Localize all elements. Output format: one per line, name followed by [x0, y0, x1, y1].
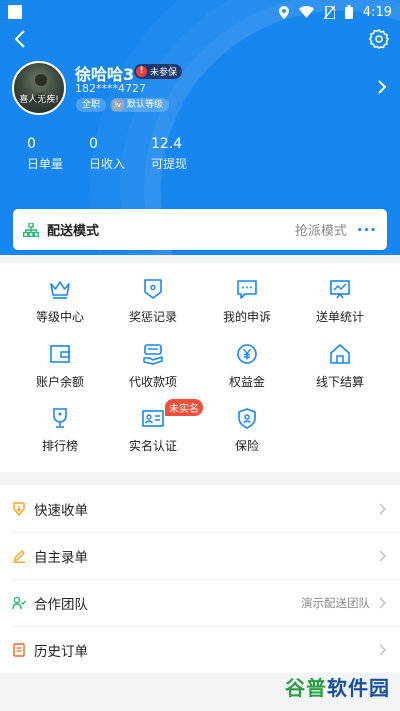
settings-button[interactable] [368, 28, 390, 50]
grid-item-offline-settlement[interactable]: 线下结算 [290, 343, 390, 390]
house-icon [330, 344, 350, 364]
level-tag-text: 默认等级 [127, 100, 164, 110]
pencil-icon [13, 549, 25, 563]
stat-value: 12.4 [151, 136, 183, 152]
feature-grid: 等级中心 奖惩记录 我的申诉 送单统计 账户余额 代收款项 权益金 线下结算 排… [0, 263, 400, 472]
location-icon [278, 5, 289, 19]
shield-badge-icon [144, 279, 162, 299]
wallet-icon [50, 345, 70, 363]
grid-item-insurance[interactable]: 保险 [197, 407, 297, 454]
phone-number: 182****4727 [75, 82, 146, 95]
stat-daily-income[interactable]: 0 日收入 [89, 136, 125, 172]
fulltime-tag: 全职 [76, 98, 107, 112]
grid-item-label: 代收款项 [128, 375, 177, 389]
site-watermark: 谷普软件园 [285, 672, 390, 701]
team-icon [12, 596, 26, 609]
grid-item-label: 奖惩记录 [128, 310, 177, 324]
grid-item-account-balance[interactable]: 账户余额 [10, 343, 110, 390]
trophy-icon [53, 408, 67, 428]
more-icon[interactable]: ··· [357, 221, 377, 239]
menu-list: 快速收单 自主录单 合作团队 演示配送团队 历史订单 [0, 485, 400, 673]
battery-icon [344, 5, 353, 19]
menu-item-quick-receive[interactable]: 快速收单 [0, 485, 400, 532]
stat-label: 日单量 [27, 157, 64, 171]
grid-item-leaderboard[interactable]: 排行榜 [10, 407, 110, 454]
grid-item-level-center[interactable]: 等级中心 [10, 278, 110, 325]
warning-icon: ! [136, 66, 147, 77]
grid-item-delivery-stats[interactable]: 送单统计 [290, 278, 390, 325]
delivery-mode-card[interactable]: 配送模式 抢派模式 ··· [13, 209, 387, 250]
grid-item-label: 我的申诉 [222, 310, 271, 324]
level-icon: lv [112, 99, 124, 111]
divider [12, 579, 400, 580]
divider [12, 532, 400, 533]
level-tag: lv 默认等级 [110, 98, 170, 112]
status-bar: 4:19 [0, 0, 400, 24]
chevron-right-icon [379, 644, 386, 655]
id-card-icon [142, 410, 164, 427]
stat-value: 0 [89, 136, 98, 152]
grid-item-my-appeals[interactable]: 我的申诉 [197, 278, 297, 325]
menu-item-label: 快速收单 [34, 502, 88, 519]
profile-detail-arrow[interactable] [376, 79, 388, 95]
message-icon [237, 280, 257, 299]
grid-item-label: 保险 [234, 439, 259, 453]
divider [12, 626, 400, 627]
chevron-right-icon [379, 550, 386, 561]
grid-item-label: 线下结算 [315, 375, 364, 389]
quick-receive-icon [13, 501, 25, 516]
watermark-part2: 软件园 [327, 676, 390, 700]
collection-icon [143, 344, 163, 365]
chevron-right-icon [379, 503, 386, 514]
stat-daily-orders[interactable]: 0 日单量 [27, 136, 63, 172]
grid-item-real-name-auth[interactable]: 实名认证 未实名 [103, 399, 203, 454]
menu-item-label: 合作团队 [34, 596, 88, 613]
partner-team-value: 演示配送团队 [301, 595, 370, 610]
watermark-part1: 谷普 [285, 676, 327, 700]
org-tree-icon [23, 222, 39, 237]
chevron-left-icon [14, 30, 25, 48]
grid-item-label: 排行榜 [41, 439, 78, 453]
menu-item-label: 自主录单 [34, 549, 88, 566]
grid-item-collections[interactable]: 代收款项 [103, 343, 203, 390]
menu-item-manual-entry[interactable]: 自主录单 [0, 532, 400, 579]
grid-item-label: 实名认证 [128, 439, 177, 453]
grid-item-label: 账户余额 [35, 375, 84, 389]
chevron-right-icon [379, 597, 386, 608]
history-order-icon [13, 642, 25, 657]
status-time: 4:19 [362, 4, 392, 20]
chevron-right-icon [378, 80, 387, 94]
delivery-mode-title: 配送模式 [47, 224, 100, 239]
insurance-shield-icon [238, 408, 256, 429]
stat-label: 日收入 [89, 157, 126, 171]
wifi-icon [298, 6, 314, 18]
grid-item-label: 送单统计 [315, 310, 364, 324]
sim-icon [323, 5, 335, 19]
insurance-status-badge[interactable]: ! 未参保 [134, 64, 183, 79]
grid-item-label: 权益金 [228, 375, 265, 389]
chart-icon [330, 280, 350, 299]
yen-coin-icon [237, 344, 257, 364]
stat-value: 0 [27, 136, 36, 152]
notification-icon [8, 5, 22, 19]
avatar[interactable]: 喜人无疾! [12, 61, 66, 115]
menu-item-label: 历史订单 [34, 643, 88, 660]
grid-item-reward-records[interactable]: 奖惩记录 [103, 278, 203, 325]
stat-label: 可提现 [151, 157, 188, 171]
menu-item-history-orders[interactable]: 历史订单 [0, 626, 400, 673]
stat-withdrawable[interactable]: 12.4 可提现 [151, 136, 187, 172]
avatar-caption: 喜人无疾! [19, 95, 59, 105]
grid-item-label: 等级中心 [35, 310, 84, 324]
gear-icon [369, 29, 389, 49]
crown-icon [50, 281, 70, 299]
menu-item-partner-team[interactable]: 合作团队 演示配送团队 [0, 579, 400, 626]
delivery-mode-value: 抢派模式 [294, 224, 347, 239]
back-button[interactable] [10, 28, 32, 50]
insurance-status-text: 未参保 [150, 68, 178, 78]
grid-item-equity-fund[interactable]: 权益金 [197, 343, 297, 390]
